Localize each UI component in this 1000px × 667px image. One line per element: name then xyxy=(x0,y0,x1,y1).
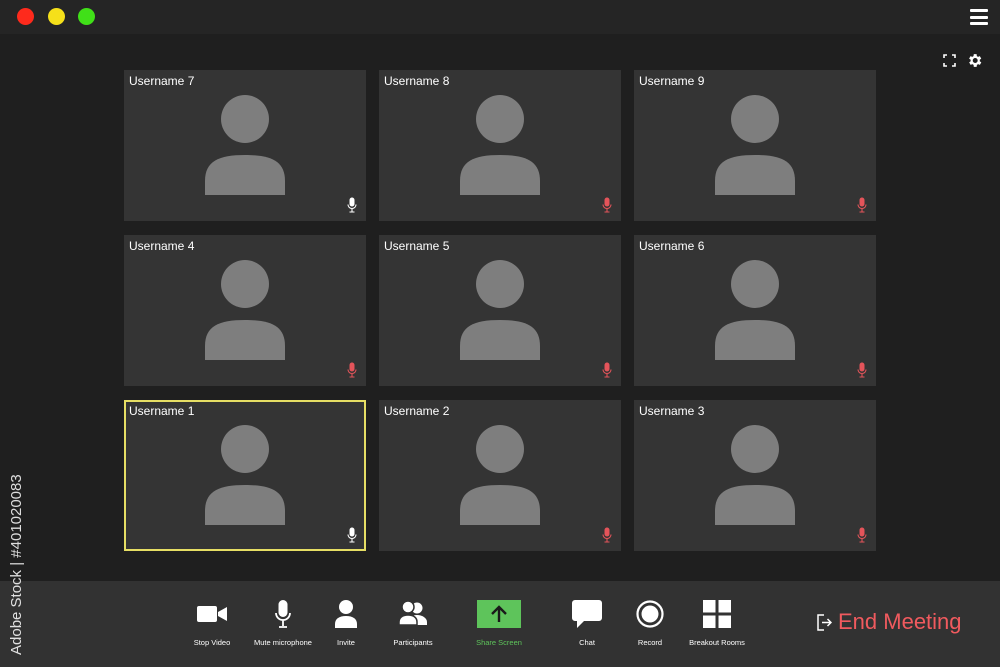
participant-name: Username 5 xyxy=(384,239,450,253)
microphone-muted-icon xyxy=(602,362,612,378)
share-screen-button[interactable]: Share Screen xyxy=(454,599,544,647)
fullscreen-icon[interactable] xyxy=(943,54,956,67)
avatar-icon xyxy=(205,95,285,195)
avatar-icon xyxy=(715,425,795,525)
stop-video-label: Stop Video xyxy=(193,638,231,647)
invite-label: Invite xyxy=(337,638,355,647)
record-label: Record xyxy=(637,638,663,647)
participant-tile-3[interactable]: Username 9 xyxy=(634,70,876,221)
end-meeting-button[interactable]: End Meeting xyxy=(817,609,962,635)
participant-tile-1[interactable]: Username 7 xyxy=(124,70,366,221)
microphone-muted-icon xyxy=(857,197,867,213)
microphone-muted-icon xyxy=(602,527,612,543)
participant-tile-2[interactable]: Username 8 xyxy=(379,70,621,221)
microphone-muted-icon xyxy=(857,362,867,378)
share-screen-label: Share Screen xyxy=(476,638,522,647)
participant-name: Username 7 xyxy=(129,74,195,88)
person-icon xyxy=(335,600,357,628)
participant-tile-7[interactable]: Username 1 xyxy=(124,400,366,551)
grid-icon xyxy=(703,600,731,628)
end-meeting-label: End Meeting xyxy=(838,609,962,634)
avatar-icon xyxy=(205,425,285,525)
avatar-icon xyxy=(715,260,795,360)
hamburger-icon[interactable] xyxy=(970,9,988,25)
exit-icon xyxy=(817,613,832,631)
participant-tile-9[interactable]: Username 3 xyxy=(634,400,876,551)
avatar-icon xyxy=(205,260,285,360)
participant-name: Username 3 xyxy=(639,404,705,418)
avatar-icon xyxy=(460,260,540,360)
record-icon xyxy=(636,600,664,628)
participant-name: Username 1 xyxy=(129,404,195,418)
window-titlebar xyxy=(0,0,1000,34)
breakout-rooms-label: Breakout Rooms xyxy=(689,638,745,647)
participant-tile-4[interactable]: Username 4 xyxy=(124,235,366,386)
participant-grid: Username 7 Username 8 Username 9 Usernam… xyxy=(124,70,876,551)
participant-name: Username 6 xyxy=(639,239,705,253)
participant-tile-8[interactable]: Username 2 xyxy=(379,400,621,551)
microphone-muted-icon xyxy=(857,527,867,543)
video-camera-icon xyxy=(197,606,227,622)
avatar-icon xyxy=(715,95,795,195)
participant-tile-5[interactable]: Username 5 xyxy=(379,235,621,386)
meeting-toolbar: Stop Video Mute microphone Invite Partic… xyxy=(0,581,1000,667)
avatar-icon xyxy=(460,425,540,525)
minimize-icon[interactable] xyxy=(48,8,65,25)
maximize-icon[interactable] xyxy=(78,8,95,25)
breakout-rooms-button[interactable]: Breakout Rooms xyxy=(672,599,762,647)
microphone-icon xyxy=(347,197,357,213)
stock-id-text: Adobe Stock | #401020083 xyxy=(8,474,25,655)
chat-bubble-icon xyxy=(572,600,602,628)
chat-label: Chat xyxy=(579,638,595,647)
participant-name: Username 4 xyxy=(129,239,195,253)
gear-icon[interactable] xyxy=(966,52,983,69)
microphone-muted-icon xyxy=(602,197,612,213)
microphone-icon xyxy=(347,527,357,543)
participant-name: Username 2 xyxy=(384,404,450,418)
people-icon xyxy=(399,601,427,626)
participant-name: Username 9 xyxy=(639,74,705,88)
participants-label: Participants xyxy=(393,638,433,647)
microphone-muted-icon xyxy=(347,362,357,378)
participant-name: Username 8 xyxy=(384,74,450,88)
avatar-icon xyxy=(460,95,540,195)
close-icon[interactable] xyxy=(17,8,34,25)
participants-button[interactable]: Participants xyxy=(368,599,458,647)
share-arrow-icon xyxy=(491,605,507,622)
microphone-icon xyxy=(275,600,291,628)
participant-tile-6[interactable]: Username 6 xyxy=(634,235,876,386)
